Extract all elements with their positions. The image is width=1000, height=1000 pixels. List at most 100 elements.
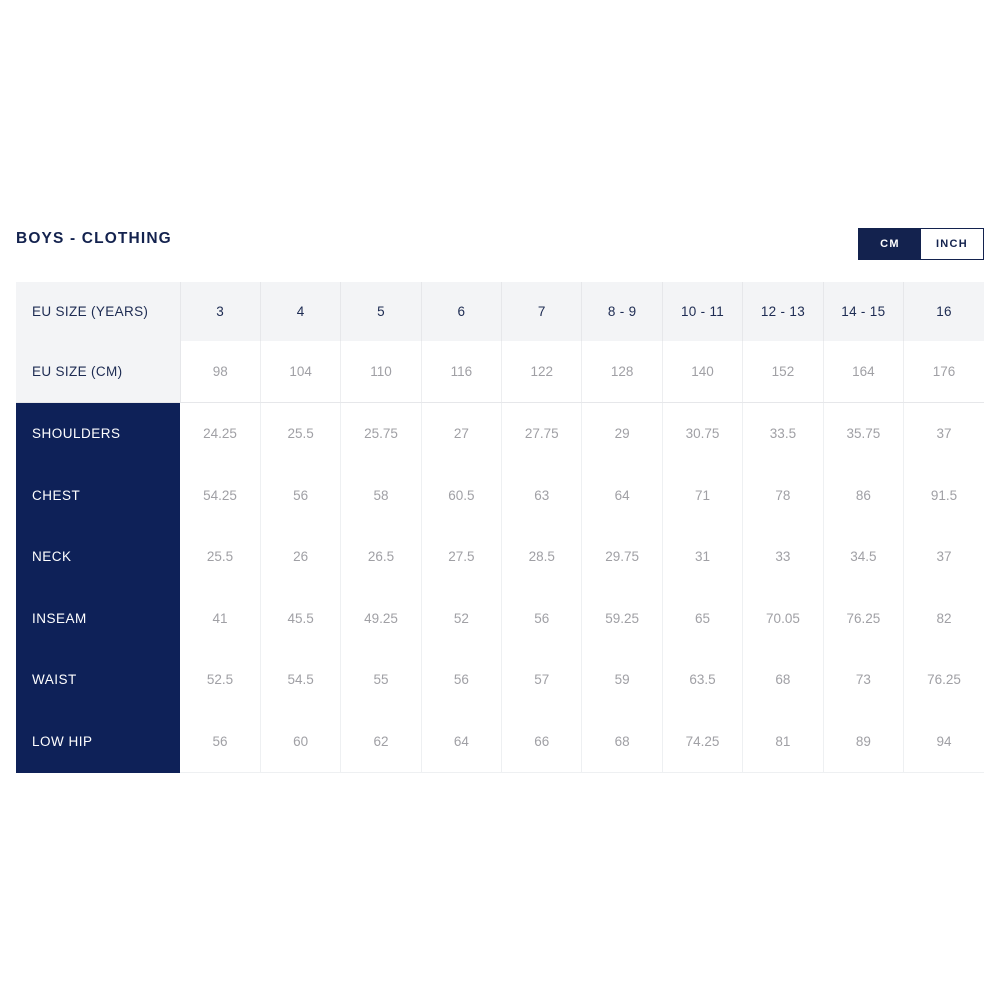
- measurement-cell: 56: [501, 587, 583, 649]
- measurement-cell: 52: [421, 587, 503, 649]
- measurement-cell: 29.75: [581, 526, 663, 588]
- measurement-cell: 27: [421, 402, 503, 465]
- header-label-eu-size-years: EU SIZE (YEARS): [16, 282, 181, 341]
- measurement-cell: 52.5: [180, 649, 261, 711]
- measurement-cell: 63.5: [662, 649, 744, 711]
- measurement-cell: 33: [742, 526, 824, 588]
- table-row: SHOULDERS 24.25 25.5 25.75 27 27.75 29 3…: [16, 402, 984, 465]
- measurement-cell: 70.05: [742, 587, 824, 649]
- measurement-cell: 59: [581, 649, 663, 711]
- measurement-cell: 68: [742, 649, 824, 711]
- column-header-size-10: 16: [903, 282, 984, 341]
- table-row: INSEAM 41 45.5 49.25 52 56 59.25 65 70.0…: [16, 587, 984, 649]
- column-header-size-7: 10 - 11: [662, 282, 744, 341]
- column-header-size-9: 14 - 15: [823, 282, 905, 341]
- size-table-container: EU SIZE (YEARS) 3 4 5 6 7 8 - 9 10 - 11 …: [16, 282, 984, 773]
- size-chart-table: EU SIZE (YEARS) 3 4 5 6 7 8 - 9 10 - 11 …: [16, 282, 984, 773]
- measurement-cell: 71: [662, 464, 744, 526]
- measurement-cell: 25.75: [340, 402, 422, 465]
- measurement-cell: 56: [260, 464, 342, 526]
- measurement-cell: 66: [501, 710, 583, 773]
- measurement-label-waist: WAIST: [16, 649, 181, 711]
- measurement-cell: 64: [581, 464, 663, 526]
- measurement-cell: 31: [662, 526, 744, 588]
- eu-size-cm-cell-3: 110: [340, 341, 422, 403]
- measurement-label-shoulders: SHOULDERS: [16, 402, 181, 465]
- column-header-size-5: 7: [501, 282, 583, 341]
- eu-size-cm-cell-2: 104: [260, 341, 342, 403]
- measurement-cell: 76.25: [903, 649, 984, 711]
- measurement-cell: 25.5: [260, 402, 342, 465]
- measurement-cell: 54.25: [180, 464, 261, 526]
- measurement-label-chest: CHEST: [16, 464, 181, 526]
- measurement-cell: 45.5: [260, 587, 342, 649]
- column-header-size-4: 6: [421, 282, 503, 341]
- eu-size-cm-cell-10: 176: [903, 341, 984, 403]
- chart-header: BOYS - CLOTHING CM INCH: [16, 222, 984, 268]
- measurement-cell: 62: [340, 710, 422, 773]
- measurement-cell: 89: [823, 710, 905, 773]
- measurement-cell: 30.75: [662, 402, 744, 465]
- unit-toggle-group[interactable]: CM INCH: [858, 228, 984, 260]
- measurement-cell: 63: [501, 464, 583, 526]
- table-head: EU SIZE (YEARS) 3 4 5 6 7 8 - 9 10 - 11 …: [16, 282, 984, 403]
- measurement-cell: 60: [260, 710, 342, 773]
- unit-toggle-cm[interactable]: CM: [859, 229, 921, 259]
- measurement-cell: 35.75: [823, 402, 905, 465]
- measurement-cell: 82: [903, 587, 984, 649]
- measurement-cell: 26.5: [340, 526, 422, 588]
- eu-size-cm-cell-7: 140: [662, 341, 744, 403]
- measurement-cell: 94: [903, 710, 984, 773]
- measurement-cell: 76.25: [823, 587, 905, 649]
- measurement-label-neck: NECK: [16, 526, 181, 588]
- column-header-size-1: 3: [180, 282, 261, 341]
- column-header-size-6: 8 - 9: [581, 282, 663, 341]
- eu-size-cm-cell-6: 128: [581, 341, 663, 403]
- measurement-cell: 37: [903, 526, 984, 588]
- column-header-size-8: 12 - 13: [742, 282, 824, 341]
- measurement-cell: 58: [340, 464, 422, 526]
- measurement-cell: 73: [823, 649, 905, 711]
- measurement-cell: 56: [180, 710, 261, 773]
- measurement-cell: 34.5: [823, 526, 905, 588]
- measurement-cell: 28.5: [501, 526, 583, 588]
- measurement-cell: 91.5: [903, 464, 984, 526]
- eu-size-cm-cell-8: 152: [742, 341, 824, 403]
- measurement-cell: 81: [742, 710, 824, 773]
- measurement-label-low-hip: LOW HIP: [16, 710, 181, 773]
- measurement-cell: 49.25: [340, 587, 422, 649]
- measurement-cell: 64: [421, 710, 503, 773]
- measurement-cell: 68: [581, 710, 663, 773]
- column-header-size-3: 5: [340, 282, 422, 341]
- header-row-eu-size-cm: EU SIZE (CM) 98 104 110 116 122 128 140 …: [16, 341, 984, 403]
- eu-size-cm-cell-9: 164: [823, 341, 905, 403]
- measurement-cell: 60.5: [421, 464, 503, 526]
- measurement-cell: 33.5: [742, 402, 824, 465]
- eu-size-cm-cell-5: 122: [501, 341, 583, 403]
- page-title: BOYS - CLOTHING: [16, 230, 172, 247]
- table-body: SHOULDERS 24.25 25.5 25.75 27 27.75 29 3…: [16, 402, 984, 773]
- measurement-cell: 37: [903, 402, 984, 465]
- measurement-cell: 24.25: [180, 402, 261, 465]
- column-header-size-2: 4: [260, 282, 342, 341]
- unit-toggle-inch[interactable]: INCH: [921, 229, 983, 259]
- measurement-cell: 27.75: [501, 402, 583, 465]
- eu-size-cm-cell-4: 116: [421, 341, 503, 403]
- header-row-eu-size-years: EU SIZE (YEARS) 3 4 5 6 7 8 - 9 10 - 11 …: [16, 282, 984, 341]
- measurement-cell: 41: [180, 587, 261, 649]
- measurement-cell: 65: [662, 587, 744, 649]
- eu-size-cm-cell-1: 98: [180, 341, 261, 403]
- header-label-eu-size-cm: EU SIZE (CM): [16, 341, 181, 403]
- measurement-cell: 78: [742, 464, 824, 526]
- measurement-cell: 54.5: [260, 649, 342, 711]
- measurement-cell: 55: [340, 649, 422, 711]
- measurement-cell: 27.5: [421, 526, 503, 588]
- measurement-cell: 57: [501, 649, 583, 711]
- table-row: CHEST 54.25 56 58 60.5 63 64 71 78 86 91…: [16, 464, 984, 526]
- measurement-cell: 26: [260, 526, 342, 588]
- measurement-cell: 25.5: [180, 526, 261, 588]
- measurement-cell: 56: [421, 649, 503, 711]
- measurement-cell: 59.25: [581, 587, 663, 649]
- measurement-cell: 86: [823, 464, 905, 526]
- measurement-cell: 29: [581, 402, 663, 465]
